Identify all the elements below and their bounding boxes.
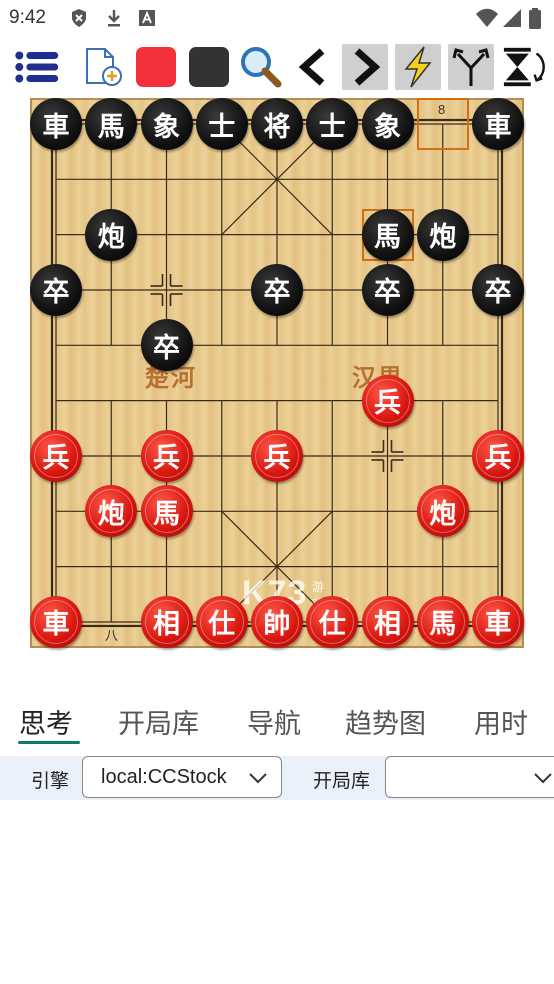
tab-opening-book[interactable]: 开局库: [118, 702, 199, 741]
black-piece[interactable]: 士: [195, 98, 248, 150]
engine-select-value: local:CCStock: [101, 766, 227, 788]
engine-select[interactable]: local:CCStock: [82, 756, 282, 798]
status-time: 9:42: [9, 7, 46, 28]
black-piece[interactable]: 卒: [361, 263, 414, 316]
search-icon[interactable]: [238, 44, 284, 90]
black-piece[interactable]: 象: [361, 98, 414, 150]
red-piece[interactable]: 仕: [195, 595, 248, 648]
analysis-tabs: 思考 开局库 导航 趋势图 用时: [0, 696, 554, 748]
black-piece[interactable]: 馬: [361, 208, 414, 261]
back-arrow-icon[interactable]: [291, 44, 337, 90]
engine-row: 引擎 local:CCStock 开局库: [0, 756, 554, 800]
download-icon: [105, 8, 123, 32]
black-piece[interactable]: 卒: [251, 263, 303, 316]
flip-board-icon[interactable]: [502, 44, 548, 90]
red-piece[interactable]: 兵: [361, 374, 414, 427]
tab-time-used[interactable]: 用时: [474, 702, 528, 741]
red-piece[interactable]: 馬: [140, 485, 193, 538]
lightning-icon[interactable]: [395, 44, 441, 90]
book-select[interactable]: [385, 756, 554, 798]
branch-icon[interactable]: [448, 44, 494, 90]
red-piece[interactable]: 車: [472, 595, 524, 648]
red-piece[interactable]: 車: [30, 595, 82, 648]
red-piece[interactable]: 馬: [416, 595, 469, 648]
last-move-from-marker: [416, 98, 469, 150]
black-piece[interactable]: 将: [251, 98, 303, 150]
bottom-file-marker: 八: [105, 628, 119, 643]
toolbar: [0, 44, 554, 92]
red-piece[interactable]: 兵: [140, 429, 193, 482]
black-square-icon[interactable]: [186, 44, 232, 90]
black-piece[interactable]: 車: [30, 98, 82, 150]
menu-list-icon[interactable]: [14, 44, 60, 90]
black-piece[interactable]: 炮: [85, 208, 138, 261]
status-bar: 9:42: [0, 0, 554, 36]
red-piece[interactable]: 兵: [472, 429, 524, 482]
xiangqi-board[interactable]: 楚河 汉界 8 八 K73 游戏之家 .com 車馬象士将士象車炮馬炮卒卒卒卒卒…: [30, 98, 524, 648]
red-piece[interactable]: 炮: [416, 485, 469, 538]
black-piece[interactable]: 士: [306, 98, 359, 150]
new-game-icon[interactable]: [80, 44, 126, 90]
black-piece[interactable]: 卒: [30, 263, 82, 316]
red-piece[interactable]: 兵: [30, 429, 82, 482]
black-piece[interactable]: 炮: [416, 208, 469, 261]
chevron-down-icon: [534, 773, 552, 784]
red-piece[interactable]: 兵: [251, 429, 303, 482]
engine-label: 引擎: [31, 770, 70, 792]
active-tab-indicator: [18, 741, 80, 744]
book-label: 开局库: [313, 770, 371, 792]
chevron-down-icon: [249, 773, 267, 784]
signal-icon: [502, 8, 522, 32]
tab-trend-chart[interactable]: 趋势图: [345, 702, 426, 741]
red-piece[interactable]: 相: [361, 595, 414, 648]
font-icon: [138, 8, 156, 32]
red-square-icon[interactable]: [133, 44, 179, 90]
battery-icon: [528, 8, 542, 34]
tab-thinking[interactable]: 思考: [19, 702, 73, 741]
board-grid: [50, 118, 504, 628]
red-piece[interactable]: 帥: [251, 595, 303, 648]
black-piece[interactable]: 卒: [472, 263, 524, 316]
shield-icon: [70, 8, 88, 32]
red-piece[interactable]: 相: [140, 595, 193, 648]
tab-navigation[interactable]: 导航: [247, 702, 301, 741]
red-piece[interactable]: 仕: [306, 595, 359, 648]
black-piece[interactable]: 卒: [140, 319, 193, 372]
black-piece[interactable]: 車: [472, 98, 524, 150]
forward-arrow-icon[interactable]: [342, 44, 388, 90]
black-piece[interactable]: 象: [140, 98, 193, 150]
wifi-icon: [475, 8, 499, 32]
black-piece[interactable]: 馬: [85, 98, 138, 150]
